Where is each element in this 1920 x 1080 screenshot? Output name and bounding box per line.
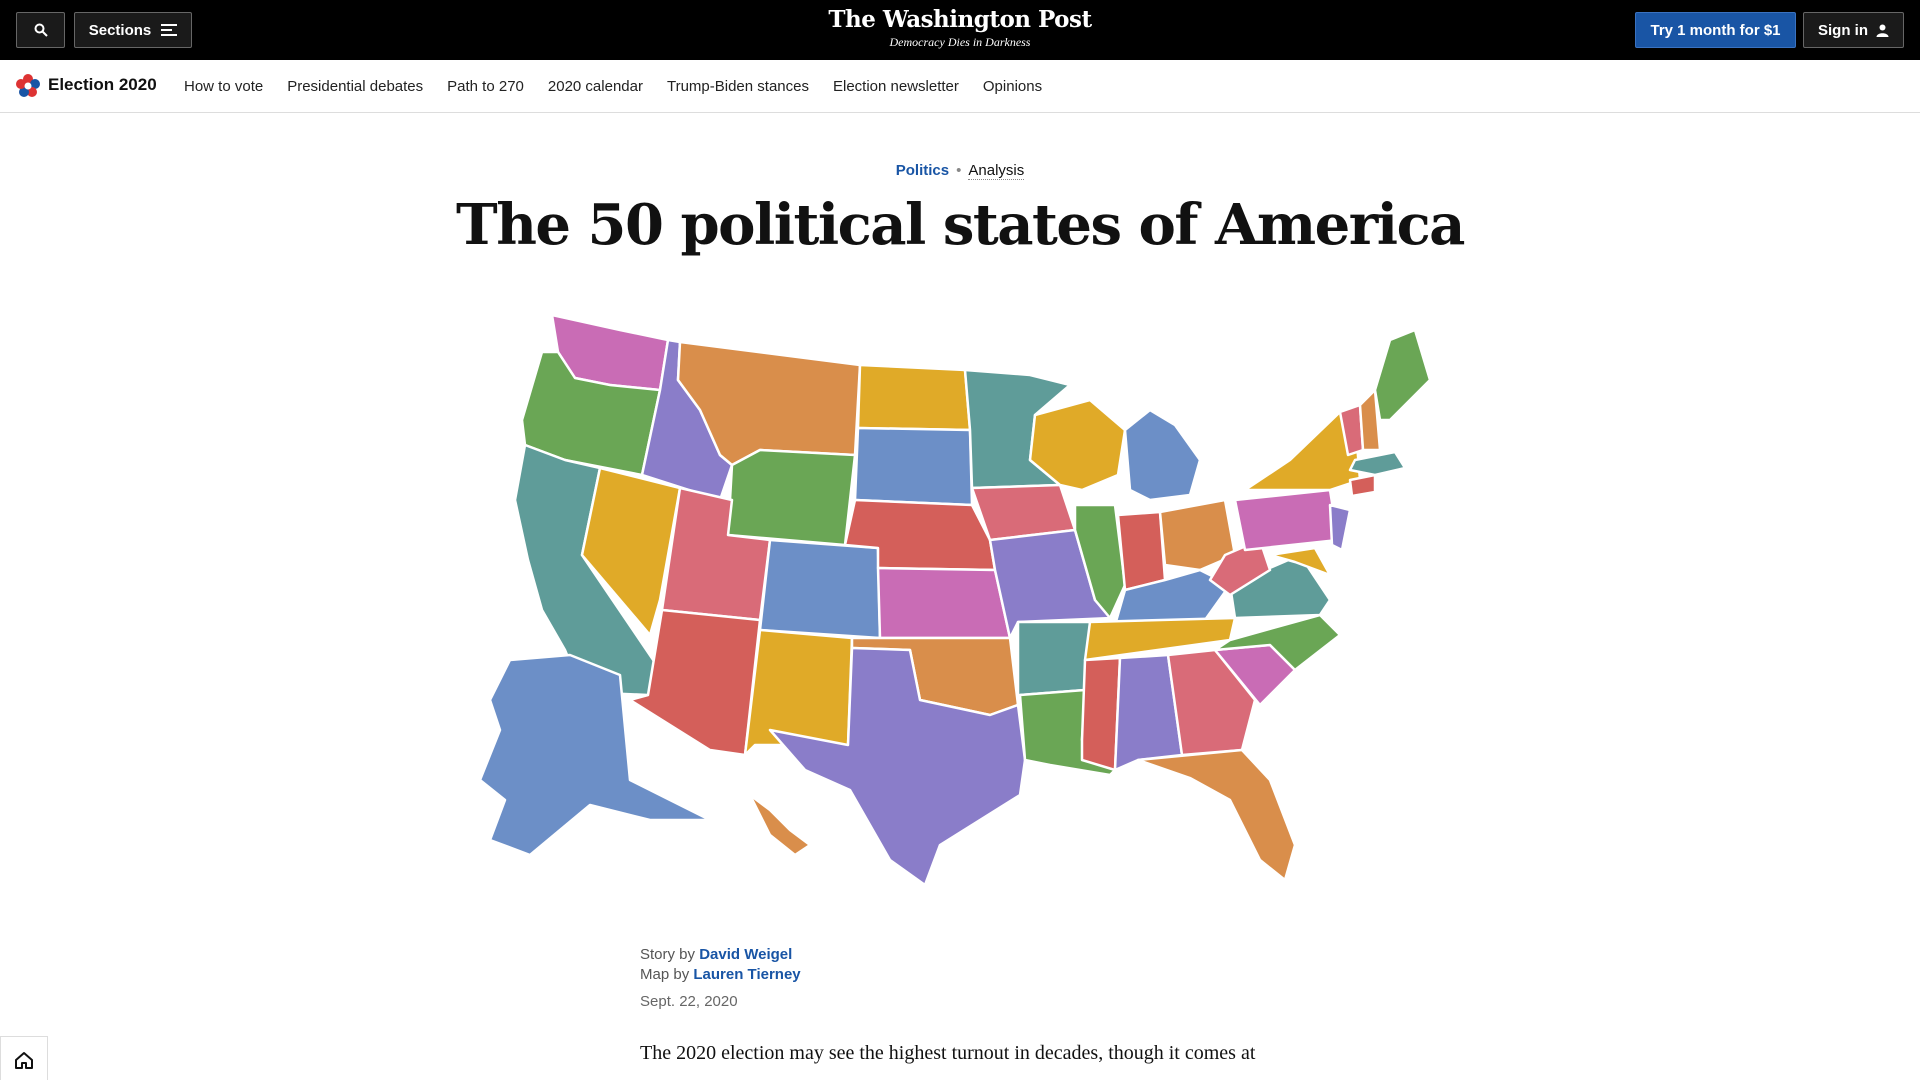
sections-label: Sections: [88, 21, 152, 39]
sign-in-button[interactable]: Sign in: [1803, 12, 1904, 48]
map-state-new-jersey: [1328, 503, 1352, 552]
map-state-michigan: [1123, 408, 1202, 502]
election-nav: Election 2020 How to vote Presidential d…: [0, 60, 1920, 113]
search-icon: [34, 23, 48, 37]
map-state-wyoming: [726, 448, 857, 547]
map-prefix: Map by: [640, 966, 690, 983]
masthead[interactable]: The Washington Post Democracy Dies in Da…: [760, 6, 1160, 50]
nav-link-2020-calendar[interactable]: 2020 calendar: [548, 78, 643, 95]
byline: Story by David Weigel Map by Lauren Tier…: [640, 945, 801, 985]
nav-link-opinions[interactable]: Opinions: [983, 78, 1042, 95]
nav-link-presidential-debates[interactable]: Presidential debates: [287, 78, 423, 95]
map-state-pennsylvania: [1233, 488, 1340, 552]
map-state-kansas: [876, 566, 1012, 640]
nav-link-path-to-270[interactable]: Path to 270: [447, 78, 524, 95]
sections-button[interactable]: Sections: [74, 12, 192, 48]
masthead-tagline: Democracy Dies in Darkness: [889, 35, 1031, 49]
map-state-maine: [1373, 328, 1432, 422]
map-state-hawaii: [748, 793, 812, 857]
menu-icon: [161, 24, 178, 36]
masthead-logo[interactable]: The Washington Post: [760, 6, 1160, 33]
top-bar: Sections The Washington Post Democracy D…: [0, 0, 1920, 60]
nav-link-election-newsletter[interactable]: Election newsletter: [833, 78, 959, 95]
map-state-south-dakota: [853, 426, 974, 507]
home-button[interactable]: [0, 1036, 48, 1080]
story-author-link[interactable]: David Weigel: [699, 946, 792, 963]
publish-date: Sept. 22, 2020: [640, 993, 738, 1010]
nav-link-how-to-vote[interactable]: How to vote: [184, 78, 263, 95]
story-byline: Story by David Weigel: [640, 945, 801, 965]
map-byline: Map by Lauren Tierney: [640, 965, 801, 985]
story-prefix: Story by: [640, 946, 696, 963]
map-author-link[interactable]: Lauren Tierney: [693, 966, 800, 983]
map-state-florida: [1136, 748, 1297, 882]
us-states-map: [478, 313, 1432, 887]
map-state-mississippi: [1080, 656, 1122, 772]
election-nav-title[interactable]: Election 2020: [48, 75, 157, 95]
home-icon: [15, 1052, 33, 1069]
kicker-separator: •: [956, 162, 962, 179]
page-title: The 50 political states of America: [456, 192, 1465, 258]
section-link[interactable]: Politics: [896, 162, 949, 179]
sign-in-label: Sign in: [1818, 21, 1868, 39]
map-state-colorado: [758, 538, 882, 640]
map-state-connecticut: [1348, 473, 1377, 498]
article-lede: The 2020 election may see the highest tu…: [640, 1042, 1256, 1064]
election-nav-links: How to vote Presidential debates Path to…: [184, 78, 1042, 95]
user-icon: [1876, 24, 1889, 37]
map-state-indiana: [1116, 510, 1167, 592]
election-logo-icon[interactable]: [15, 73, 41, 99]
map-state-north-dakota: [856, 363, 972, 432]
nav-link-trump-biden-stances[interactable]: Trump-Biden stances: [667, 78, 809, 95]
search-button[interactable]: [16, 12, 65, 48]
subscribe-button[interactable]: Try 1 month for $1: [1635, 12, 1796, 48]
analysis-label[interactable]: Analysis: [968, 162, 1025, 180]
article-kicker: Politics • Analysis: [0, 162, 1920, 180]
